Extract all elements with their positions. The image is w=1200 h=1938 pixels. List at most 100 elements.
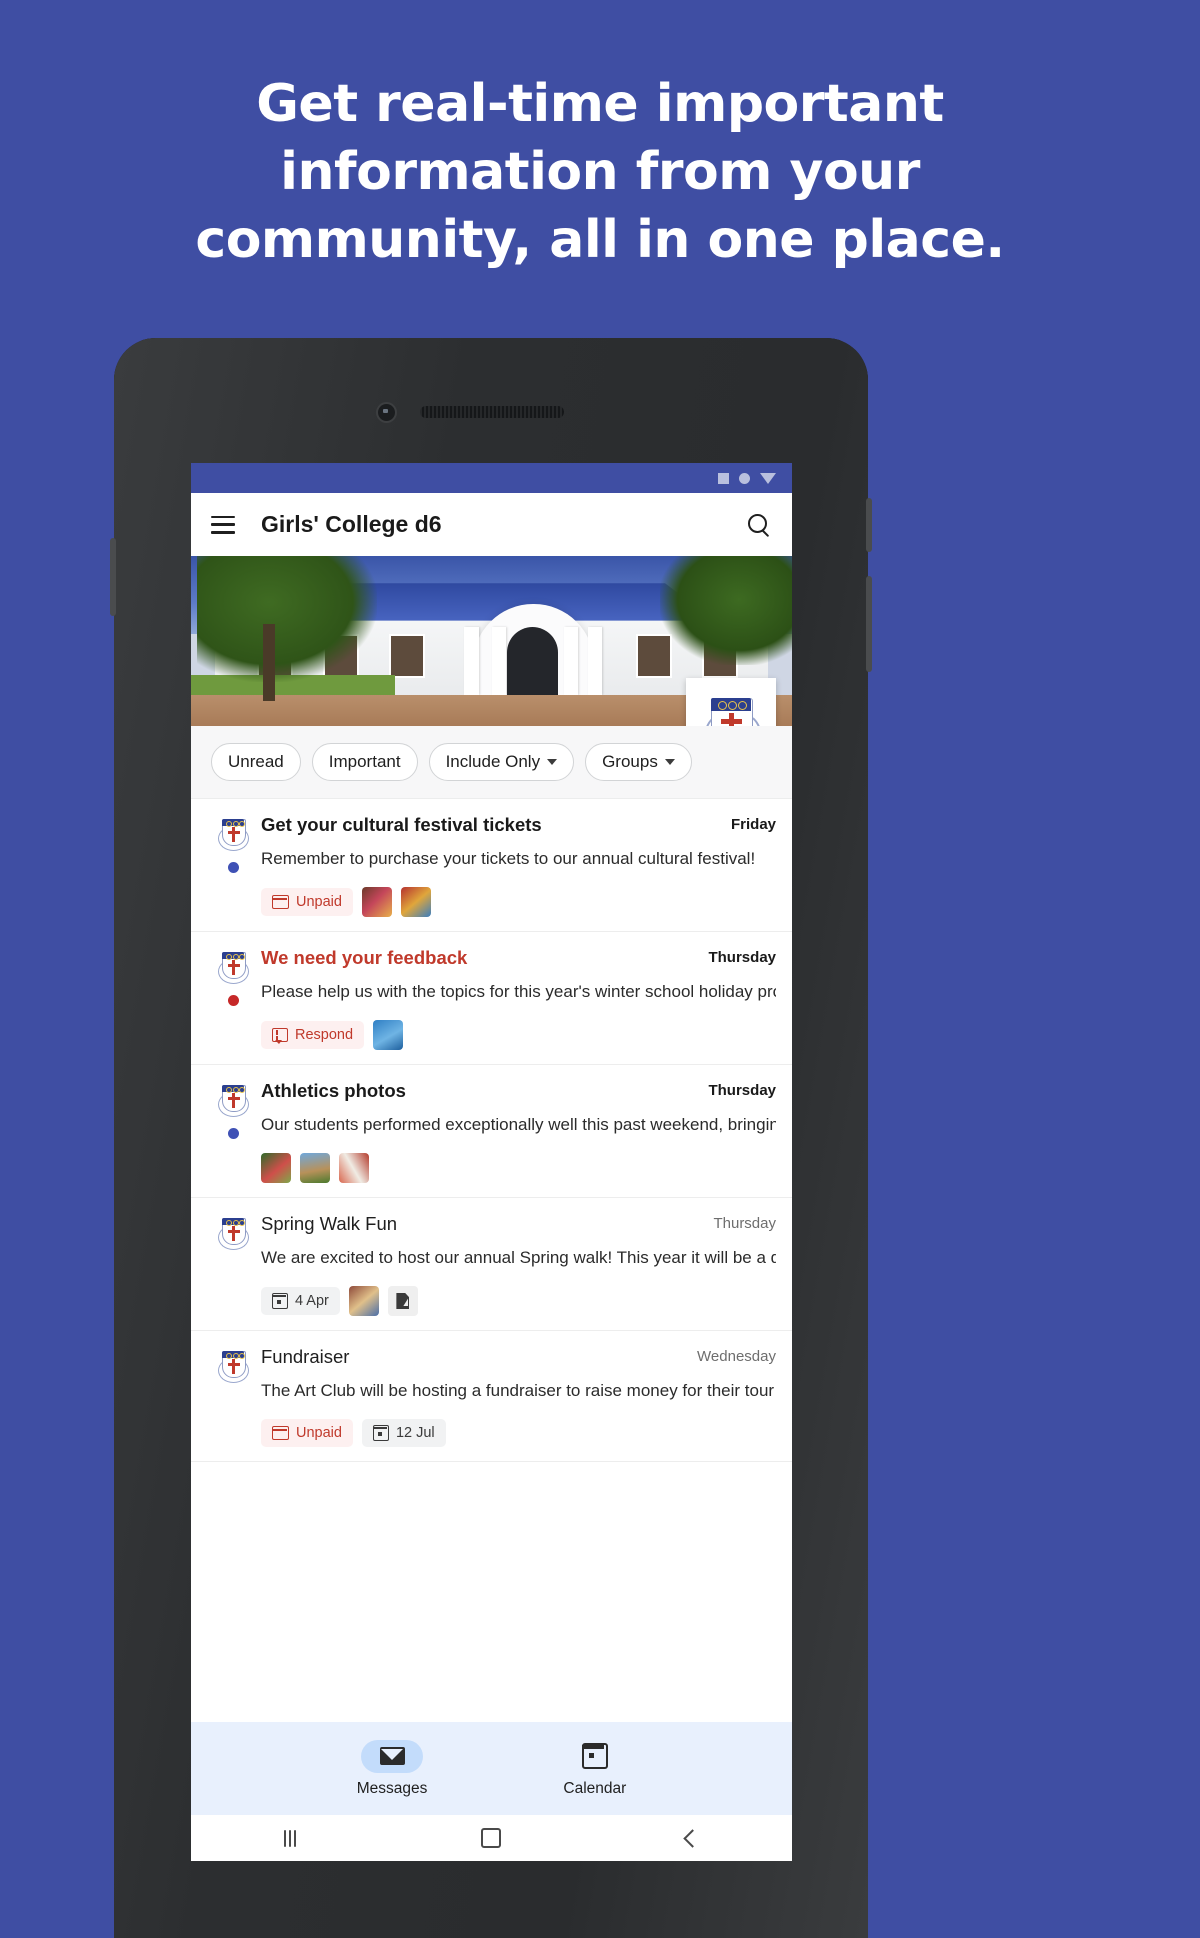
attachment-thumbnail[interactable] <box>361 887 392 917</box>
hero-column <box>464 627 479 696</box>
message-avatar-column <box>207 1213 259 1316</box>
recent-apps-icon[interactable] <box>283 1829 297 1847</box>
triangle-down-icon <box>760 472 776 484</box>
message-date: Thursday <box>708 949 776 966</box>
message-attachments: Unpaid 12 Jul <box>261 1419 776 1447</box>
message-snippet: Please help us with the topics for this … <box>261 982 776 1001</box>
attachment-thumbnail[interactable] <box>300 1153 330 1183</box>
filter-chip-groups[interactable]: Groups <box>585 743 692 781</box>
message-content: Get your cultural festival tickets Frida… <box>259 814 776 917</box>
respond-icon <box>272 1028 288 1044</box>
calendar-icon <box>581 1743 608 1769</box>
headline-line-1: Get real-time important <box>256 74 944 134</box>
badge-label: 4 Apr <box>295 1293 329 1309</box>
school-crest-icon <box>704 692 761 726</box>
message-attachments <box>261 1153 776 1183</box>
credit-card-icon <box>272 895 289 909</box>
pdf-attachment-icon[interactable] <box>387 1286 418 1316</box>
filter-chip-unread[interactable]: Unread <box>211 743 301 781</box>
phone-side-button <box>866 576 872 672</box>
message-snippet: Our students performed exceptionally wel… <box>261 1115 776 1134</box>
message-date: Thursday <box>708 1082 776 1099</box>
back-icon[interactable] <box>683 1828 703 1848</box>
date-badge[interactable]: 12 Jul <box>361 1419 446 1447</box>
attachment-thumbnail[interactable] <box>339 1153 369 1183</box>
page-title: Girls' College d6 <box>261 511 442 537</box>
message-snippet: Remember to purchase your tickets to our… <box>261 849 756 868</box>
message-list-item[interactable]: Athletics photos Thursday Our students p… <box>191 1065 792 1198</box>
message-title: We need your feedback <box>261 947 468 968</box>
school-crest-icon <box>218 949 249 984</box>
attachment-thumbnail[interactable] <box>373 1020 404 1050</box>
hero-tree <box>659 556 792 665</box>
phone-mockup: Girls' College d6 Unread Important Inclu… <box>110 338 872 1938</box>
promo-headline: Get real-time important information from… <box>0 70 1200 274</box>
chevron-down-icon <box>664 759 675 765</box>
message-title: Athletics photos <box>261 1080 406 1101</box>
credit-card-icon <box>272 1426 289 1440</box>
earpiece-speaker <box>420 406 564 418</box>
search-icon[interactable] <box>746 512 772 538</box>
unread-dot <box>227 862 239 873</box>
message-attachments: Respond <box>261 1020 776 1050</box>
hero-window <box>389 634 426 679</box>
filter-chip-label: Unread <box>228 752 284 771</box>
message-snippet: We are excited to host our annual Spring… <box>261 1248 776 1267</box>
hamburger-icon[interactable] <box>211 515 235 534</box>
message-list-item[interactable]: Get your cultural festival tickets Frida… <box>191 799 792 932</box>
attachment-thumbnail[interactable] <box>261 1153 291 1183</box>
front-camera-icon <box>378 404 395 421</box>
calendar-icon <box>372 1425 389 1441</box>
hero-column <box>587 627 603 696</box>
badge-label: 12 Jul <box>395 1425 435 1441</box>
message-snippet: The Art Club will be hosting a fundraise… <box>261 1381 776 1400</box>
message-date: Wednesday <box>697 1348 776 1365</box>
school-crest-icon <box>218 1215 249 1250</box>
nav-item-messages[interactable]: Messages <box>356 1739 428 1798</box>
message-content: We need your feedback Thursday Please he… <box>259 947 776 1050</box>
unpaid-badge[interactable]: Unpaid <box>261 1419 353 1447</box>
circle-icon <box>739 472 750 484</box>
filter-chip-include-only[interactable]: Include Only <box>428 743 575 781</box>
hero-tree-trunk <box>263 624 276 701</box>
message-date: Friday <box>730 816 776 833</box>
unpaid-badge[interactable]: Unpaid <box>261 888 353 916</box>
message-avatar-column <box>207 1346 259 1447</box>
nav-item-calendar[interactable]: Calendar <box>563 1740 626 1798</box>
app-bar: Girls' College d6 <box>191 493 792 556</box>
badge-label: Unpaid <box>296 1425 342 1441</box>
unread-dot <box>227 1128 239 1139</box>
message-list-item[interactable]: We need your feedback Thursday Please he… <box>191 932 792 1065</box>
school-crest-icon <box>218 1348 249 1383</box>
chevron-down-icon <box>547 759 558 765</box>
message-content: Athletics photos Thursday Our students p… <box>259 1080 776 1183</box>
message-avatar-column <box>207 947 259 1050</box>
message-attachments: Unpaid <box>261 887 776 917</box>
school-hero-image <box>191 556 792 726</box>
filter-chip-label: Include Only <box>445 752 541 771</box>
calendar-icon <box>272 1293 288 1309</box>
headline-line-3: community, all in one place. <box>195 210 1005 270</box>
message-title: Spring Walk Fun <box>261 1213 398 1234</box>
nav-item-label: Messages <box>356 1779 428 1797</box>
date-badge[interactable]: 4 Apr <box>261 1287 340 1315</box>
school-crest-icon <box>218 1082 249 1117</box>
message-list-item[interactable]: Spring Walk Fun Thursday We are excited … <box>191 1198 792 1331</box>
headline-line-2: information from your <box>280 142 920 202</box>
respond-badge[interactable]: Respond <box>261 1021 365 1049</box>
message-list-item[interactable]: Fundraiser Wednesday The Art Club will b… <box>191 1331 792 1462</box>
message-avatar-column <box>207 814 259 917</box>
home-icon[interactable] <box>481 1828 502 1848</box>
attachment-thumbnail[interactable] <box>348 1286 379 1316</box>
hero-door <box>506 627 558 696</box>
hero-column <box>563 627 579 696</box>
message-list: Get your cultural festival tickets Frida… <box>191 799 792 1462</box>
android-system-nav <box>191 1815 792 1861</box>
nav-pill <box>564 1740 626 1773</box>
hero-column <box>491 627 506 696</box>
filter-chip-important[interactable]: Important <box>311 743 418 781</box>
attachment-thumbnail[interactable] <box>400 887 431 917</box>
school-crest-badge <box>686 678 776 726</box>
phone-volume-button <box>110 538 116 616</box>
badge-label: Respond <box>295 1027 354 1043</box>
